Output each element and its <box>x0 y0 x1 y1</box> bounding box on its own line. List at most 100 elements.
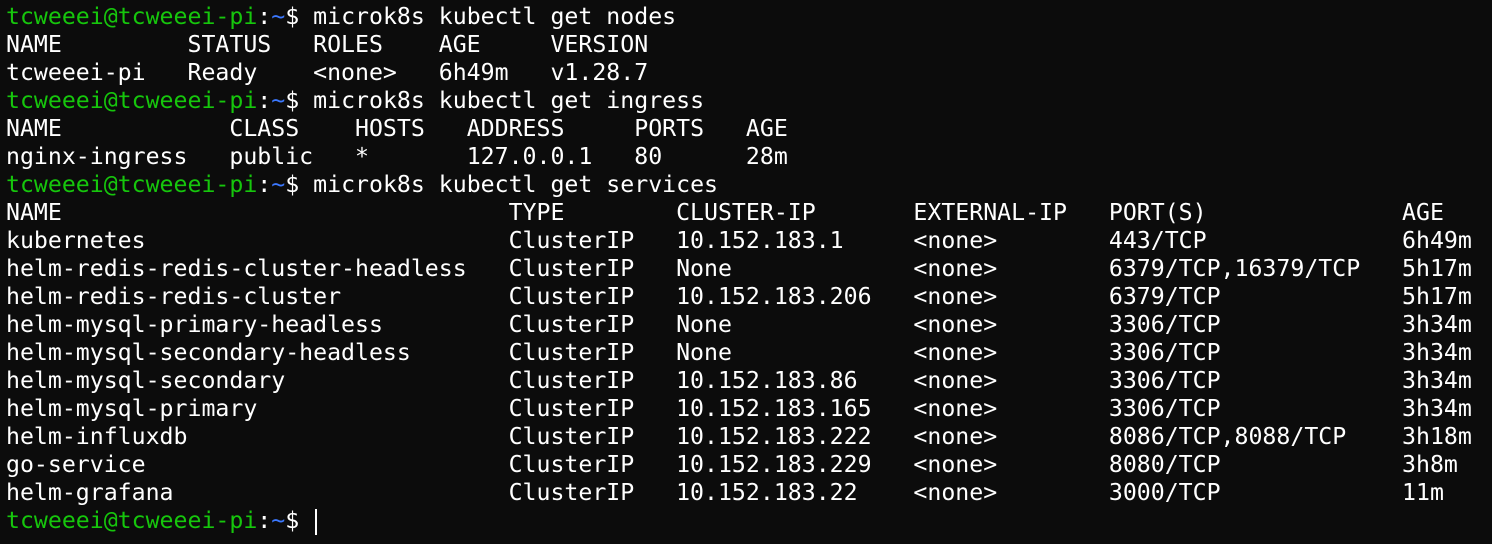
header-cell: PORT(S) <box>1108 199 1403 226</box>
table-cell: <none> <box>913 255 1109 282</box>
header-cell: ADDRESS <box>466 115 635 142</box>
table-cell: <none> <box>913 367 1109 394</box>
table-cell: * <box>355 143 467 170</box>
prompt-separator: : <box>257 87 272 114</box>
header-cell: HOSTS <box>355 115 467 142</box>
table-cell: kubernetes <box>6 227 509 254</box>
table-cell: 10.152.183.86 <box>676 367 914 394</box>
header-cell: AGE <box>438 31 551 58</box>
table-cell: 8080/TCP <box>1108 451 1403 478</box>
prompt-dollar: $ <box>285 87 300 114</box>
prompt-path: ~ <box>271 507 286 534</box>
header-cell: AGE <box>745 115 788 142</box>
header-cell: PORTS <box>634 115 746 142</box>
header-cell: EXTERNAL-IP <box>913 199 1109 226</box>
table-row: helm-grafana ClusterIP 10.152.183.22 <no… <box>6 479 1492 507</box>
table-cell: 6h49m <box>1402 227 1472 254</box>
table-cell: v1.28.7 <box>550 59 649 86</box>
table-cell: 10.152.183.206 <box>676 283 914 310</box>
table-row: helm-influxdb ClusterIP 10.152.183.222 <… <box>6 423 1492 451</box>
table-cell: 80 <box>634 143 746 170</box>
table-cell: ClusterIP <box>508 311 677 338</box>
table-cell: ClusterIP <box>508 227 677 254</box>
table-cell: 3306/TCP <box>1108 367 1403 394</box>
prompt-line: tcweeei@tcweeei-pi:~$ microk8s kubectl g… <box>6 87 1492 115</box>
table-row: kubernetes ClusterIP 10.152.183.1 <none>… <box>6 227 1492 255</box>
table-cell: helm-mysql-primary-headless <box>6 311 509 338</box>
table-cell: 5h17m <box>1402 255 1472 282</box>
prompt-path: ~ <box>271 87 286 114</box>
table-cell: <none> <box>913 423 1109 450</box>
table-cell: 8086/TCP,8088/TCP <box>1108 423 1403 450</box>
prompt-user-host: tcweeei@tcweeei-pi <box>6 3 258 30</box>
prompt-line: tcweeei@tcweeei-pi:~$ microk8s kubectl g… <box>6 171 1492 199</box>
prompt-separator: : <box>257 171 272 198</box>
table-cell: 3306/TCP <box>1108 395 1403 422</box>
table-cell: <none> <box>913 339 1109 366</box>
table-cell: 10.152.183.165 <box>676 395 914 422</box>
header-cell: NAME <box>6 31 188 58</box>
table-cell: helm-mysql-primary <box>6 395 509 422</box>
table-cell: ClusterIP <box>508 451 677 478</box>
table-cell: ClusterIP <box>508 367 677 394</box>
table-cell: None <box>676 339 914 366</box>
table-cell: 28m <box>745 143 788 170</box>
table-row: helm-redis-redis-cluster ClusterIP 10.15… <box>6 283 1492 311</box>
header-cell: AGE <box>1402 199 1444 226</box>
terminal-window[interactable]: tcweeei@tcweeei-pi:~$ microk8s kubectl g… <box>0 0 1492 544</box>
table-row: nginx-ingress public * 127.0.0.1 80 28m <box>6 143 1492 171</box>
header-cell: ROLES <box>313 31 439 58</box>
table-cell: ClusterIP <box>508 479 677 506</box>
table-cell: 3h8m <box>1402 451 1458 478</box>
table-cell: None <box>676 255 914 282</box>
table-cell: 10.152.183.1 <box>676 227 914 254</box>
table-cell: <none> <box>913 479 1109 506</box>
prompt-user-host: tcweeei@tcweeei-pi <box>6 87 258 114</box>
table-cell: ClusterIP <box>508 395 677 422</box>
active-prompt-line[interactable]: tcweeei@tcweeei-pi:~$ <box>6 507 1492 535</box>
table-cell: helm-grafana <box>6 479 509 506</box>
table-cell: Ready <box>187 59 314 86</box>
table-cell: ClusterIP <box>508 283 677 310</box>
table-row: helm-mysql-primary-headless ClusterIP No… <box>6 311 1492 339</box>
text-cursor[interactable] <box>315 508 318 535</box>
prompt-dollar: $ <box>285 507 300 534</box>
table-cell: 10.152.183.22 <box>676 479 914 506</box>
table-cell: nginx-ingress <box>6 143 230 170</box>
table-cell: tcweeei-pi <box>6 59 188 86</box>
table-row: helm-mysql-secondary ClusterIP 10.152.18… <box>6 367 1492 395</box>
prompt-path: ~ <box>271 171 286 198</box>
table-cell: 3h34m <box>1402 395 1472 422</box>
table-cell: public <box>229 143 356 170</box>
prompt-user-host: tcweeei@tcweeei-pi <box>6 171 258 198</box>
table-cell: 127.0.0.1 <box>466 143 635 170</box>
table-cell: ClusterIP <box>508 339 677 366</box>
table-cell: 3h34m <box>1402 367 1472 394</box>
table-cell: 10.152.183.222 <box>676 423 914 450</box>
table-cell: 5h17m <box>1402 283 1472 310</box>
table-cell: 3h18m <box>1402 423 1472 450</box>
command-text: microk8s kubectl get ingress <box>299 87 705 114</box>
table-cell: 10.152.183.229 <box>676 451 914 478</box>
header-cell: NAME <box>6 115 230 142</box>
table-cell: helm-mysql-secondary <box>6 367 509 394</box>
table-cell: 3306/TCP <box>1108 311 1403 338</box>
header-cell: NAME <box>6 199 509 226</box>
table-cell: helm-redis-redis-cluster <box>6 283 509 310</box>
table-cell: <none> <box>913 227 1109 254</box>
table-row: go-service ClusterIP 10.152.183.229 <non… <box>6 451 1492 479</box>
table-cell: 3000/TCP <box>1108 479 1403 506</box>
table-cell: 6h49m <box>438 59 551 86</box>
table-cell: 6379/TCP <box>1108 283 1403 310</box>
prompt-separator: : <box>257 507 272 534</box>
table-cell: ClusterIP <box>508 423 677 450</box>
table-cell: helm-redis-redis-cluster-headless <box>6 255 509 282</box>
table-cell: None <box>676 311 914 338</box>
prompt-dollar: $ <box>285 3 300 30</box>
table-cell: helm-influxdb <box>6 423 509 450</box>
header-cell: CLASS <box>229 115 356 142</box>
table-header: NAME STATUS ROLES AGE VERSION <box>6 31 1492 59</box>
table-row: helm-redis-redis-cluster-headless Cluste… <box>6 255 1492 283</box>
table-row: tcweeei-pi Ready <none> 6h49m v1.28.7 <box>6 59 1492 87</box>
prompt-user-host: tcweeei@tcweeei-pi <box>6 507 258 534</box>
